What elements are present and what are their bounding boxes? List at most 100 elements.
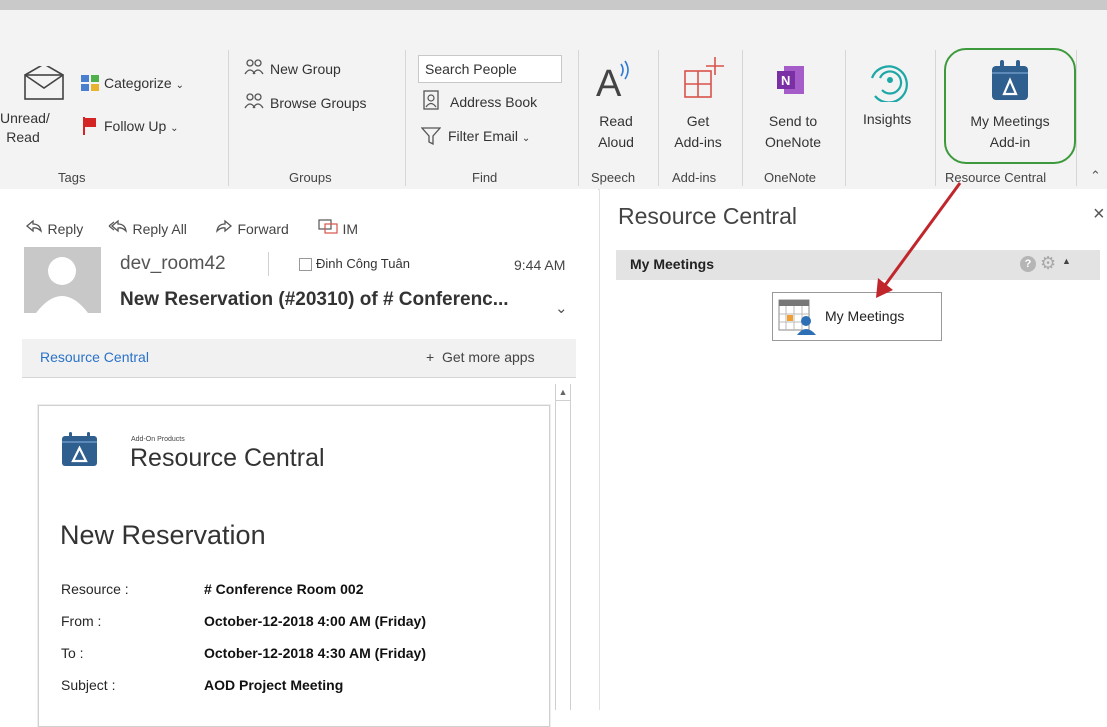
read-aloud-icon: A (594, 58, 634, 105)
reply-icon (25, 218, 43, 239)
filter-icon (420, 127, 442, 150)
chevron-down-icon: ⌄ (175, 80, 184, 91)
reply-all-icon (108, 218, 128, 239)
ribbon-separator (228, 50, 229, 186)
send-to-onenote-button[interactable]: Send to OneNote (757, 111, 829, 153)
onenote-icon: N (776, 64, 806, 101)
collapse-section-icon[interactable]: ▲ (1062, 256, 1071, 266)
addin-bar-divider (22, 377, 576, 378)
ribbon-separator (405, 50, 406, 186)
im-button[interactable]: IM (318, 218, 358, 239)
new-group-button[interactable]: New Group (270, 61, 341, 77)
resource-central-logo-icon (61, 432, 99, 471)
my-meetings-addin-button[interactable]: My Meetings Add-in (953, 111, 1067, 153)
get-more-apps-label: Get more apps (441, 349, 535, 365)
reply-button[interactable]: Reply (25, 218, 83, 239)
send-to-onenote-label-2: OneNote (764, 134, 822, 150)
onenote-group-label: OneNote (764, 170, 817, 185)
my-meetings-button-label: My Meetings (825, 308, 905, 324)
field-value: AOD Project Meeting (204, 677, 344, 693)
my-meetings-button[interactable]: My Meetings (772, 292, 942, 341)
recipient-name[interactable]: Đinh Công Tuân (316, 256, 410, 271)
field-value: # Conference Room 002 (204, 581, 364, 597)
speech-group-label: Speech (591, 170, 636, 185)
read-aloud-label-1: Read (599, 113, 633, 129)
ribbon-separator (1076, 50, 1077, 186)
email-heading: New Reservation (60, 520, 266, 550)
svg-text:N: N (781, 73, 790, 88)
browse-groups-button[interactable]: Browse Groups (270, 95, 366, 111)
chevron-down-icon: ⌄ (521, 133, 531, 144)
get-more-apps-button[interactable]: + Get more apps (426, 349, 535, 365)
svg-text:A: A (596, 63, 622, 100)
envelope-icon (22, 63, 68, 105)
ribbon-separator (658, 50, 659, 186)
filter-email-button[interactable]: Filter Email ⌄ (448, 128, 530, 144)
my-meetings-addin-label-1: My Meetings (970, 113, 1050, 129)
categorize-label: Categorize (104, 75, 172, 91)
insights-icon (869, 58, 911, 107)
follow-up-label: Follow Up (104, 118, 167, 134)
close-icon[interactable]: × (1093, 203, 1105, 226)
my-meetings-section-header: My Meetings ? ⚙ ▲ (616, 250, 1100, 280)
groups-group-label: Groups (289, 170, 332, 185)
read-aloud-label-2: Aloud (598, 134, 634, 150)
help-icon[interactable]: ? (1020, 256, 1036, 272)
ribbon-separator (845, 50, 846, 186)
im-label: IM (342, 221, 359, 237)
reply-all-label: Reply All (132, 221, 187, 237)
forward-button[interactable]: Forward (215, 218, 289, 239)
insights-button[interactable]: Insights (863, 111, 911, 127)
resource-central-task-pane: Resource Central × My Meetings ? ⚙ ▲ My … (599, 189, 1107, 710)
recipient-checkbox[interactable] (299, 258, 312, 271)
ribbon-separator (742, 50, 743, 186)
title-strip (0, 0, 1107, 10)
flag-icon (82, 116, 98, 141)
addin-resource-central-link[interactable]: Resource Central (40, 349, 149, 365)
search-people-input[interactable]: Search People (418, 55, 562, 83)
expand-header-icon[interactable]: ⌄ (555, 299, 568, 317)
follow-up-button[interactable]: Follow Up ⌄ (104, 118, 179, 134)
message-scrollbar[interactable]: ▲ (555, 384, 571, 710)
find-group-label: Find (472, 170, 498, 185)
header-divider (268, 252, 269, 276)
sender-name[interactable]: dev_room42 (120, 253, 226, 275)
get-addins-label-2: Add-ins (674, 134, 722, 150)
task-pane-title: Resource Central (618, 203, 797, 229)
plus-icon: + (426, 349, 435, 365)
message-subject: New Reservation (#20310) of # Conferenc.… (120, 289, 509, 310)
reply-label: Reply (47, 221, 84, 237)
send-to-onenote-label-1: Send to (768, 113, 818, 129)
browse-groups-icon (244, 92, 264, 115)
address-book-button[interactable]: Address Book (450, 94, 537, 110)
section-title: My Meetings (630, 256, 715, 272)
new-group-icon (244, 58, 264, 81)
field-label: From : (61, 613, 102, 629)
addin-bar: Resource Central + Get more apps (22, 339, 576, 377)
field-value: October-12-2018 4:30 AM (Friday) (204, 645, 426, 661)
field-label: Resource : (61, 581, 129, 597)
brand-small-label: Add-On Products (131, 436, 185, 443)
categorize-button[interactable]: Categorize ⌄ (104, 75, 184, 91)
field-label: To : (61, 645, 84, 661)
reply-all-button[interactable]: Reply All (108, 218, 187, 239)
collapse-ribbon-icon[interactable]: ⌃ (1090, 168, 1101, 184)
read-aloud-button[interactable]: Read Aloud (590, 111, 642, 153)
forward-icon (215, 218, 233, 239)
ribbon-separator (935, 50, 936, 186)
forward-label: Forward (237, 221, 289, 237)
unread-read-button[interactable]: Unread/ Read (0, 109, 50, 147)
resource-central-icon (989, 58, 1031, 107)
ribbon: Unread/ Read Categorize ⌄ Follow Up ⌄ Ta… (0, 0, 1107, 190)
brand-title: Resource Central (130, 444, 325, 472)
addins-group-label: Add-ins (672, 170, 717, 185)
ribbon-separator (578, 50, 579, 186)
get-addins-button[interactable]: Get Add-ins (667, 111, 729, 153)
address-book-icon (422, 90, 440, 115)
field-label: Subject : (61, 677, 116, 693)
categorize-icon (80, 74, 100, 97)
calendar-person-icon (778, 299, 820, 340)
received-time: 9:44 AM (514, 257, 566, 273)
scroll-up-icon[interactable]: ▲ (556, 384, 570, 401)
gear-icon[interactable]: ⚙ (1040, 253, 1056, 274)
